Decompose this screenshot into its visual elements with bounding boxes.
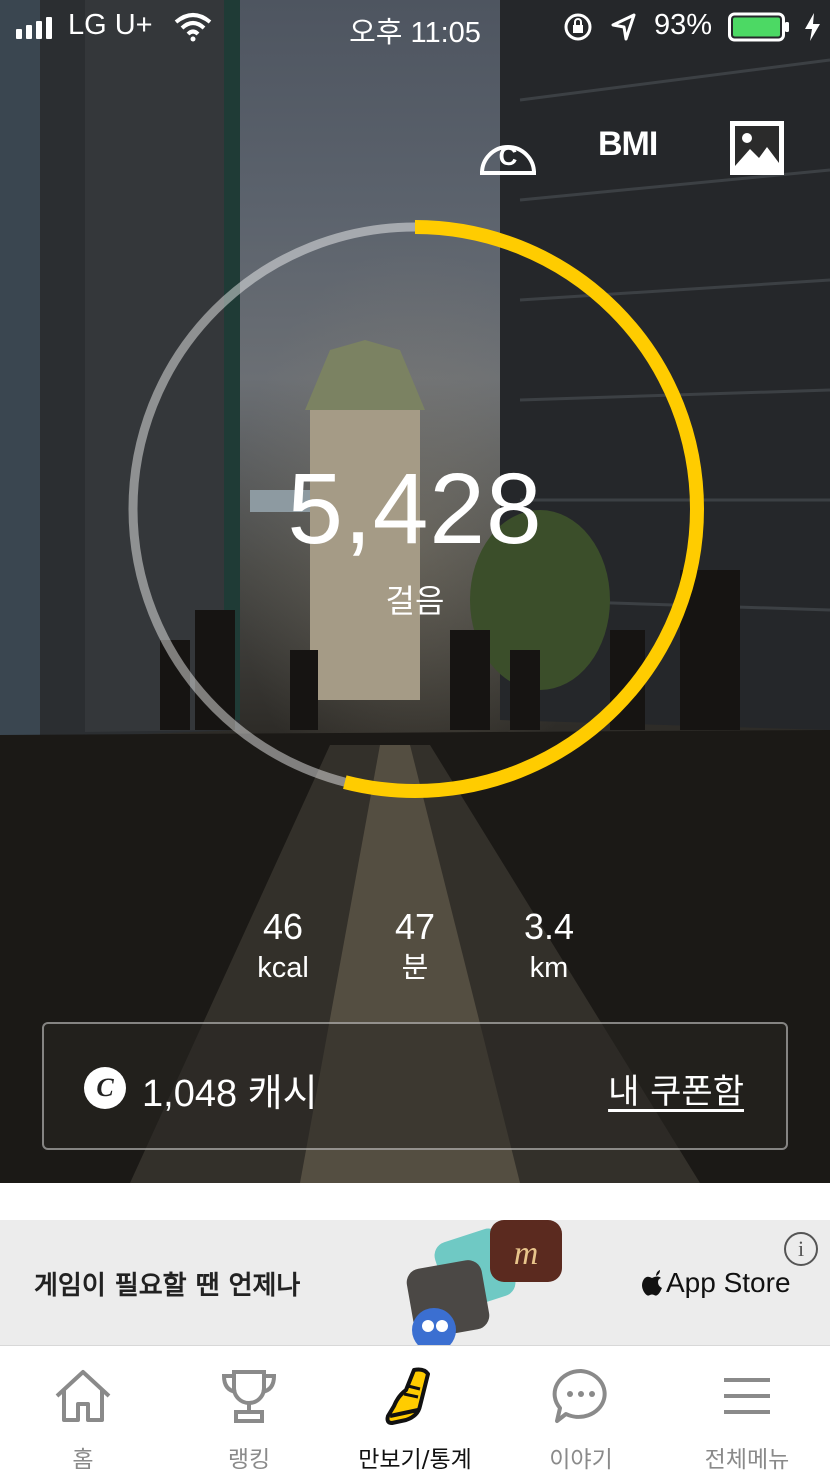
calories-stat: 46 kcal <box>208 905 358 987</box>
cash-coin-icon: C <box>480 141 536 175</box>
duration-stat: 47 분 <box>340 905 490 987</box>
cash-icon-letter: C <box>96 1073 114 1102</box>
image-icon <box>730 121 784 175</box>
step-count: 5,428 <box>287 453 543 565</box>
photo-button[interactable] <box>728 119 786 181</box>
tab-all-menu-label: 전체메뉴 <box>704 1447 790 1473</box>
battery-percentage: 93% <box>654 9 713 41</box>
ad-headline: 게임이 필요할 땐 언제나 <box>34 1271 301 1301</box>
tab-pedometer-label: 만보기/통계 <box>358 1447 472 1473</box>
charging-bolt-icon <box>805 13 820 41</box>
duration-value: 47 <box>394 906 436 947</box>
tab-pedometer[interactable]: 만보기/통계 <box>332 1346 498 1473</box>
apple-logo-icon <box>642 1270 662 1296</box>
tab-story-label: 이야기 <box>549 1447 613 1473</box>
calories-value: 46 <box>262 906 304 947</box>
ad-info-icon[interactable]: i <box>784 1232 818 1266</box>
chat-bubble-icon <box>552 1368 607 1423</box>
bottom-tab-bar: 홈 랭킹 만보기/통계 이야기 전체메뉴 <box>0 1345 830 1473</box>
tab-ranking[interactable]: 랭킹 <box>166 1346 332 1473</box>
trophy-icon <box>221 1370 277 1423</box>
tab-ranking-label: 랭킹 <box>227 1447 271 1473</box>
distance-unit: km <box>529 952 569 984</box>
step-unit: 걸음 <box>385 582 445 620</box>
svg-text:m: m <box>514 1235 539 1272</box>
game-icons-artwork: m <box>406 1220 562 1345</box>
my-coupons-link[interactable]: 내 쿠폰함 <box>608 1064 744 1113</box>
ad-banner[interactable]: 게임이 필요할 땐 언제나 m App Store i <box>0 1220 830 1345</box>
status-bar: LG U+ 오후 11:05 93% <box>0 0 830 56</box>
cash-icon: C <box>84 1067 126 1109</box>
app-store-label: App Store <box>666 1267 791 1298</box>
cash-amount: 1,048 캐시 <box>142 1073 318 1115</box>
battery-icon <box>728 12 789 42</box>
distance-value: 3.4 <box>523 906 575 947</box>
cash-panel: C 1,048 캐시 내 쿠폰함 <box>42 1022 788 1150</box>
distance-stat: 3.4 km <box>474 905 624 987</box>
tab-story[interactable]: 이야기 <box>498 1346 664 1473</box>
tab-all-menu[interactable]: 전체메뉴 <box>664 1346 830 1473</box>
home-icon <box>55 1370 111 1422</box>
shoe-icon <box>385 1367 430 1425</box>
duration-unit: 분 <box>401 952 429 984</box>
tab-home[interactable]: 홈 <box>0 1346 166 1473</box>
svg-text:C: C <box>499 141 518 171</box>
menu-icon <box>724 1378 770 1414</box>
cash-coin-button[interactable]: C <box>478 127 538 181</box>
location-arrow-icon <box>611 13 636 41</box>
tab-home-label: 홈 <box>72 1447 94 1473</box>
calories-unit: kcal <box>257 952 309 984</box>
rotation-lock-icon <box>564 13 592 41</box>
bmi-button[interactable]: BMI <box>598 125 658 164</box>
